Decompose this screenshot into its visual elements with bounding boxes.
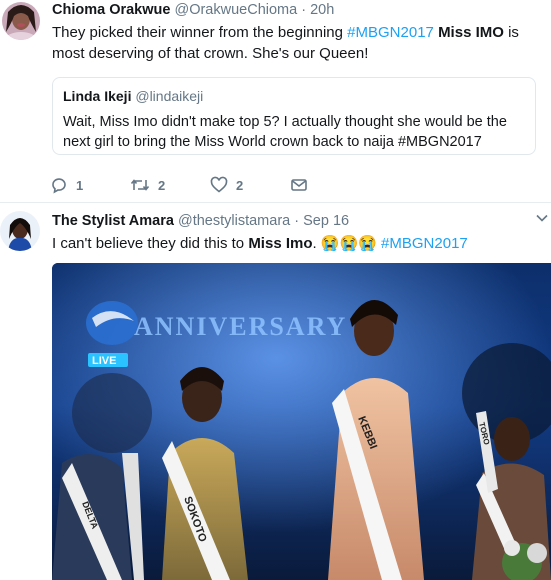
retweet-button[interactable]: 2: [130, 176, 165, 194]
reply-icon: [52, 178, 66, 194]
author-handle[interactable]: @thestylistamara: [178, 213, 290, 229]
crying-emoji: 😭😭😭: [320, 235, 377, 252]
like-button[interactable]: 2: [210, 176, 243, 194]
quote-header: Linda Ikeji @lindaikeji: [63, 88, 203, 104]
timestamp[interactable]: Sep 16: [303, 213, 349, 229]
pageant-photo: ANNIVERSARY LIVE SOKOTO KEBBI DELTA TORO: [52, 263, 551, 580]
envelope-icon: [291, 179, 307, 191]
quote-author-handle: @lindaikeji: [135, 88, 204, 104]
avatar-image: [2, 2, 40, 40]
hashtag-link[interactable]: #MBGN2017: [347, 24, 434, 41]
retweet-count: 2: [158, 177, 166, 193]
timestamp[interactable]: 20h: [310, 2, 334, 18]
quote-author-name: Linda Ikeji: [63, 88, 132, 104]
chevron-down-icon[interactable]: [535, 211, 549, 228]
avatar[interactable]: [0, 211, 40, 251]
svg-text:ANNIVERSARY: ANNIVERSARY: [134, 312, 347, 341]
heart-icon: [210, 176, 228, 193]
tweet-chioma[interactable]: Chioma Orakwue @OrakwueChioma · 20h They…: [0, 0, 551, 202]
avatar[interactable]: [2, 2, 40, 40]
reply-count: 1: [76, 177, 84, 193]
tweet-text: I can't believe they did this to Miss Im…: [52, 233, 542, 254]
text-part: I can't believe they did this to: [52, 235, 249, 252]
quoted-tweet[interactable]: Linda Ikeji @lindaikeji Wait, Miss Imo d…: [52, 77, 536, 155]
text-part: They picked their winner from the beginn…: [52, 24, 348, 41]
author-name[interactable]: Chioma Orakwue: [52, 2, 170, 18]
reply-button[interactable]: 1: [50, 176, 83, 194]
separator-dot: ·: [294, 213, 300, 229]
text-part: .: [312, 235, 321, 252]
retweet-icon: [130, 179, 150, 191]
quote-text: Wait, Miss Imo didn't make top 5? I actu…: [63, 114, 507, 150]
tweet-media-photo[interactable]: ANNIVERSARY LIVE SOKOTO KEBBI DELTA TORO: [52, 263, 551, 580]
hashtag-link[interactable]: #MBGN2017: [381, 235, 468, 252]
direct-message-button[interactable]: [290, 176, 308, 194]
svg-text:LIVE: LIVE: [92, 355, 116, 367]
tweet-header: The Stylist Amara @thestylistamara · Sep…: [52, 213, 349, 229]
bold-mention: Miss IMO: [438, 24, 504, 41]
bold-mention: Miss Imo: [248, 235, 313, 252]
tweet-header: Chioma Orakwue @OrakwueChioma · 20h: [52, 2, 334, 18]
author-handle[interactable]: @OrakwueChioma: [174, 2, 297, 18]
tweet-text: They picked their winner from the beginn…: [52, 22, 542, 64]
like-count: 2: [236, 177, 244, 193]
avatar-image: [0, 211, 40, 251]
author-name[interactable]: The Stylist Amara: [52, 213, 174, 229]
separator-dot: ·: [301, 2, 307, 18]
